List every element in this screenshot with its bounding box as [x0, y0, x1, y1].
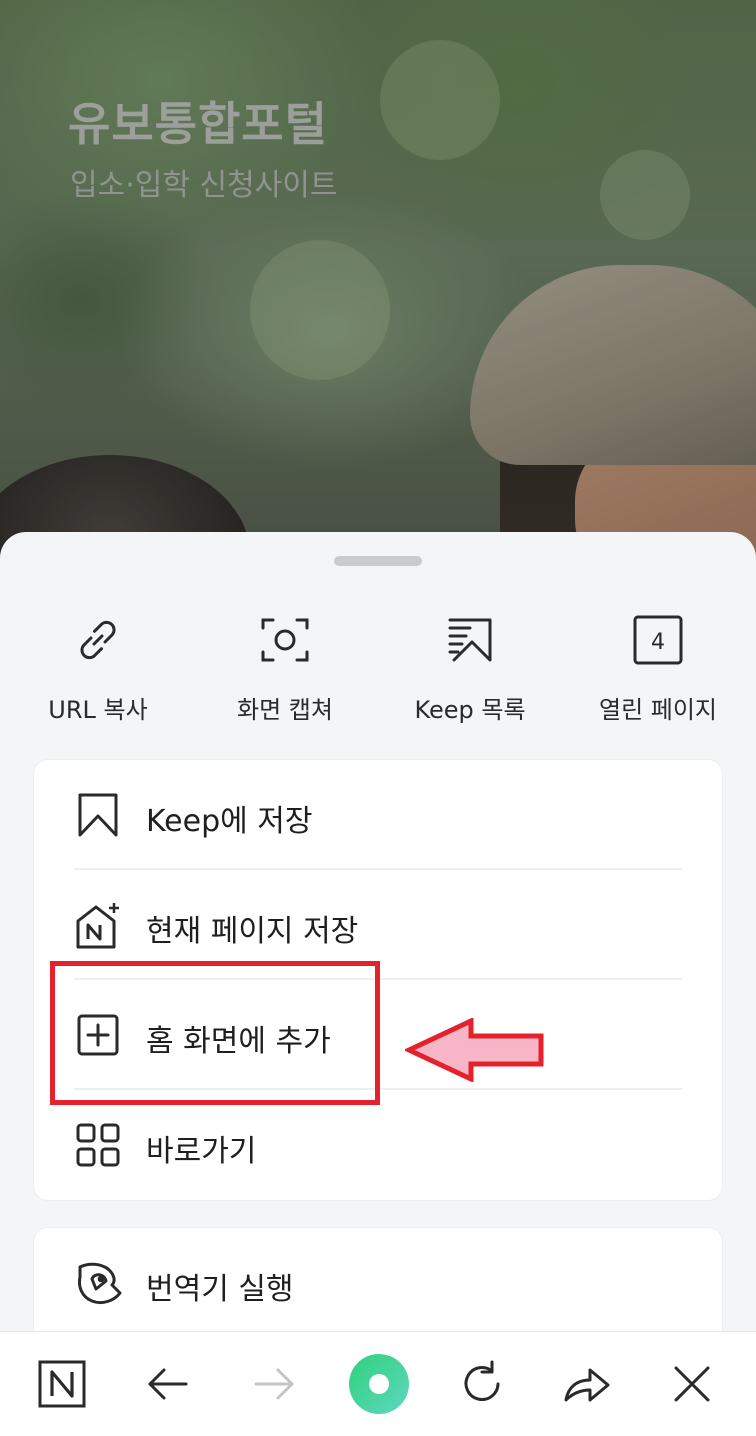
link-icon [72, 614, 124, 666]
green-dot-button[interactable] [347, 1352, 411, 1416]
shortcuts-label: 바로가기 [146, 1134, 257, 1169]
back-button[interactable] [138, 1354, 198, 1414]
forward-button[interactable] [244, 1354, 304, 1414]
share-icon [564, 1368, 610, 1402]
open-pages-label: 열린 페이지 [598, 696, 718, 724]
reload-icon [464, 1360, 500, 1401]
screen-capture-icon [259, 614, 311, 666]
url-copy-button[interactable]: URL 복사 [8, 612, 188, 724]
open-pages-button[interactable]: 4 열린 페이지 [568, 612, 748, 724]
share-button[interactable] [556, 1354, 616, 1414]
close-icon [674, 1366, 710, 1402]
shortcut-grid-icon [74, 1121, 122, 1169]
open-pages-icon: 4 [632, 614, 684, 666]
reload-button[interactable] [452, 1354, 512, 1414]
keep-list-label: Keep 목록 [414, 696, 526, 724]
dim-overlay [0, 0, 756, 560]
open-pages-count: 4 [651, 630, 665, 655]
screen-capture-button[interactable]: 화면 캡쳐 [195, 612, 375, 724]
back-icon [148, 1368, 188, 1400]
translator-icon [74, 1259, 122, 1307]
run-translator-label: 번역기 실행 [146, 1272, 294, 1307]
keep-list-icon [444, 614, 496, 666]
drag-handle[interactable] [334, 556, 422, 566]
url-copy-label: URL 복사 [48, 696, 148, 724]
run-translator-item[interactable]: 번역기 실행 [34, 1228, 722, 1338]
naver-home-button[interactable] [32, 1354, 92, 1414]
browser-toolbar [0, 1332, 756, 1436]
green-dot-icon [349, 1354, 409, 1414]
keep-list-button[interactable]: Keep 목록 [380, 612, 560, 724]
background-page: 유보통합포털 입소·입학 신청사이트 [0, 0, 756, 560]
bookmark-icon [74, 791, 122, 839]
annotation-arrow-icon [405, 1018, 544, 1082]
close-button[interactable] [662, 1354, 722, 1414]
quick-actions-row: URL 복사 화면 캡쳐 Keep 목록 4 열린 페이지 [0, 612, 756, 724]
annotation-highlight-box [50, 961, 380, 1105]
naver-home-icon [38, 1360, 86, 1408]
save-to-keep-label: Keep에 저장 [146, 804, 313, 839]
save-current-page-label: 현재 페이지 저장 [146, 914, 359, 949]
forward-icon [254, 1368, 294, 1400]
shortcuts-item[interactable]: 바로가기 [34, 1090, 722, 1200]
save-page-icon [74, 901, 122, 949]
screen-capture-label: 화면 캡쳐 [237, 696, 333, 724]
save-to-keep-item[interactable]: Keep에 저장 [34, 760, 722, 870]
